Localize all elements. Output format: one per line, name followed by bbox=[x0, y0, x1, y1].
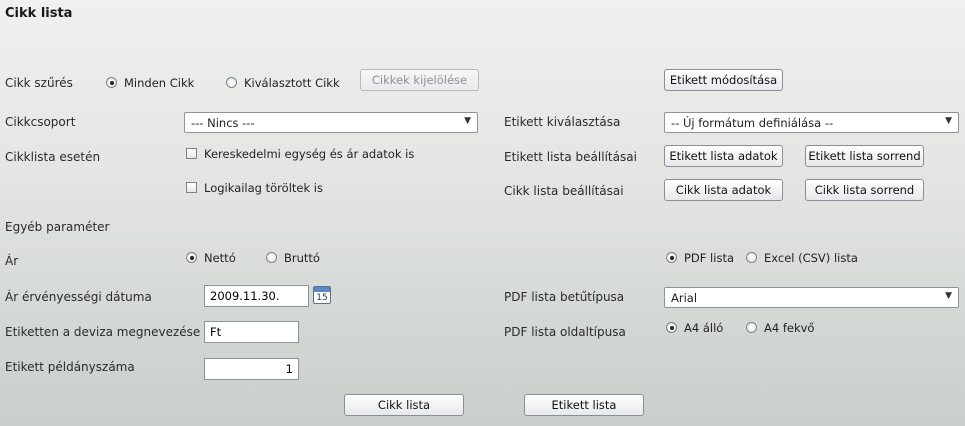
modify-label-button[interactable]: Etikett módosítása bbox=[664, 69, 783, 91]
item-list-button[interactable]: Cikk lista bbox=[344, 394, 464, 416]
other-params-label: Egyéb paraméter bbox=[5, 220, 110, 234]
price-date-input[interactable] bbox=[204, 285, 309, 307]
label-list-order-button[interactable]: Etikett lista sorrend bbox=[805, 145, 924, 167]
radio-price-net[interactable] bbox=[186, 252, 197, 263]
price-date-label: Ár érvényességi dátuma bbox=[5, 290, 152, 304]
radio-price-net-label[interactable]: Nettó bbox=[204, 251, 236, 265]
label-select-label: Etikett kiválasztása bbox=[504, 115, 621, 129]
dropdown-arrow-icon: ▼ bbox=[945, 116, 952, 126]
commercial-data-checkbox-label[interactable]: Kereskedelmi egység és ár adatok is bbox=[204, 147, 414, 161]
copies-label: Etikett példányszáma bbox=[5, 360, 135, 374]
radio-selected-items[interactable] bbox=[226, 77, 237, 88]
calendar-icon[interactable]: 15 bbox=[313, 286, 331, 304]
deleted-items-checkbox-label[interactable]: Logikailag töröltek is bbox=[204, 181, 323, 195]
radio-price-gross-label[interactable]: Bruttó bbox=[284, 251, 320, 265]
radio-selected-items-label[interactable]: Kiválasztott Cikk bbox=[244, 76, 340, 90]
commercial-data-checkbox[interactable] bbox=[186, 148, 197, 159]
label-list-button[interactable]: Etikett lista bbox=[524, 394, 644, 416]
calendar-day: 15 bbox=[316, 293, 328, 303]
deleted-items-checkbox[interactable] bbox=[186, 182, 197, 193]
label-list-settings-label: Etikett lista beállításai bbox=[504, 150, 637, 164]
label-format-select-value: -- Új formátum definiálása -- bbox=[671, 115, 834, 130]
pdf-font-select[interactable]: Arial ▼ bbox=[664, 287, 959, 308]
dropdown-arrow-icon: ▼ bbox=[945, 291, 952, 301]
radio-page-landscape-label[interactable]: A4 fekvő bbox=[764, 321, 814, 335]
radio-all-items[interactable] bbox=[106, 77, 117, 88]
radio-output-excel-label[interactable]: Excel (CSV) lista bbox=[764, 251, 858, 265]
radio-output-pdf-label[interactable]: PDF lista bbox=[684, 251, 734, 265]
copies-input[interactable] bbox=[204, 358, 299, 380]
item-list-settings-label: Cikk lista beállításai bbox=[504, 184, 624, 198]
radio-page-landscape[interactable] bbox=[746, 322, 757, 333]
item-list-order-button[interactable]: Cikk lista sorrend bbox=[805, 179, 924, 201]
group-select[interactable]: --- Nincs --- ▼ bbox=[184, 112, 478, 133]
select-items-button[interactable]: Cikkek kijelölése bbox=[360, 69, 479, 91]
currency-label: Etiketten a deviza megnevezése bbox=[5, 325, 201, 339]
price-label: Ár bbox=[5, 254, 19, 268]
pdf-page-label: PDF lista oldaltípusa bbox=[504, 325, 626, 339]
dropdown-arrow-icon: ▼ bbox=[464, 116, 471, 126]
group-label: Cikkcsoport bbox=[5, 115, 76, 129]
list-options-label: Cikklista esetén bbox=[5, 150, 101, 164]
radio-price-gross[interactable] bbox=[266, 252, 277, 263]
label-format-select[interactable]: -- Új formátum definiálása -- ▼ bbox=[664, 112, 959, 133]
page-title: Cikk lista bbox=[5, 6, 73, 21]
radio-output-pdf[interactable] bbox=[666, 252, 677, 263]
label-list-data-button[interactable]: Etikett lista adatok bbox=[664, 145, 783, 167]
radio-page-portrait-label[interactable]: A4 álló bbox=[684, 321, 723, 335]
filter-label: Cikk szűrés bbox=[5, 76, 73, 90]
currency-input[interactable] bbox=[204, 321, 299, 343]
pdf-font-label: PDF lista betűtípusa bbox=[504, 290, 625, 304]
group-select-value: --- Nincs --- bbox=[191, 115, 255, 130]
radio-page-portrait[interactable] bbox=[666, 322, 677, 333]
pdf-font-select-value: Arial bbox=[671, 290, 698, 305]
radio-all-items-label[interactable]: Minden Cikk bbox=[124, 76, 194, 90]
item-list-data-button[interactable]: Cikk lista adatok bbox=[664, 179, 783, 201]
radio-output-excel[interactable] bbox=[746, 252, 757, 263]
